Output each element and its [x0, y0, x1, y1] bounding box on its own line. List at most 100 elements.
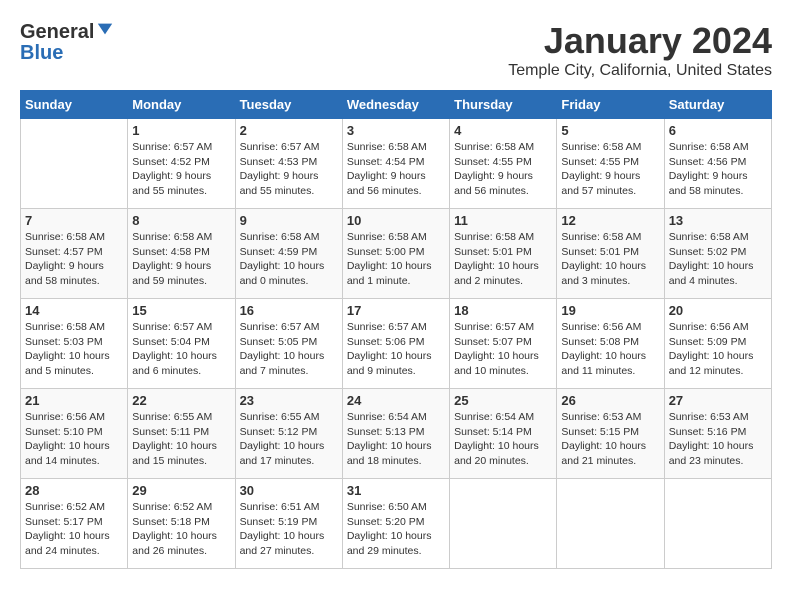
day-info: Sunrise: 6:57 AMSunset: 4:52 PMDaylight:… [132, 140, 230, 199]
list-item: 4 Sunrise: 6:58 AMSunset: 4:55 PMDaylight… [450, 119, 557, 209]
daylight-text: Daylight: 10 hours and 1 minute. [347, 260, 432, 287]
header-friday: Friday [557, 91, 664, 119]
day-info: Sunrise: 6:57 AMSunset: 5:05 PMDaylight:… [240, 320, 338, 379]
header-tuesday: Tuesday [235, 91, 342, 119]
sunset-text: Sunset: 5:05 PM [240, 336, 318, 348]
day-number: 10 [347, 213, 445, 228]
day-info: Sunrise: 6:53 AMSunset: 5:16 PMDaylight:… [669, 410, 767, 469]
day-number: 20 [669, 303, 767, 318]
day-info: Sunrise: 6:50 AM Sunset: 5:20 PM Daylight:… [347, 500, 445, 559]
list-item: 13Sunrise: 6:58 AMSunset: 5:02 PMDayligh… [664, 209, 771, 299]
daylight-text: Daylight: 9 hours and 55 minutes. [240, 170, 319, 197]
sunrise-text: Sunrise: 6:55 AM [240, 411, 320, 423]
sunrise-text: Sunrise: 6:52 AM [25, 501, 105, 513]
day-info: Sunrise: 6:58 AMSunset: 4:56 PMDaylight:… [669, 140, 767, 199]
sunrise-text: Sunrise: 6:58 AM [561, 231, 641, 243]
sunrise-text: Sunrise: 6:57 AM [132, 321, 212, 333]
sunset-text: Sunset: 4:54 PM [347, 156, 425, 168]
daylight-text: Daylight: 10 hours and 29 minutes. [347, 530, 432, 557]
sunset-text: Sunset: 5:13 PM [347, 426, 425, 438]
day-number: 24 [347, 393, 445, 408]
daylight-text: Daylight: 10 hours and 11 minutes. [561, 350, 646, 377]
daylight-text: Daylight: 10 hours and 0 minutes. [240, 260, 325, 287]
day-number: 28 [25, 483, 123, 498]
sunset-text: Sunset: 4:59 PM [240, 246, 318, 258]
day-number: 1 [132, 123, 230, 138]
list-item: 11 Sunrise: 6:58 AMSunset: 5:01 PMDayligh… [450, 209, 557, 299]
daylight-text: Daylight: 10 hours and 18 minutes. [347, 440, 432, 467]
day-number: 16 [240, 303, 338, 318]
day-info: Sunrise: 6:55 AMSunset: 5:12 PMDaylight:… [240, 410, 338, 469]
list-item: 10Sunrise: 6:58 AMSunset: 5:00 PMDayligh… [342, 209, 449, 299]
daylight-text: Daylight: 9 hours and 58 minutes. [25, 260, 104, 287]
list-item: 16 Sunrise: 6:57 AMSunset: 5:05 PMDayligh… [235, 299, 342, 389]
list-item: 22Sunrise: 6:55 AMSunset: 5:11 PMDayligh… [128, 389, 235, 479]
daylight-text: Daylight: 10 hours and 14 minutes. [25, 440, 110, 467]
day-number: 27 [669, 393, 767, 408]
day-info: Sunrise: 6:52 AMSunset: 5:17 PMDaylight:… [25, 500, 123, 559]
list-item: 23Sunrise: 6:55 AMSunset: 5:12 PMDayligh… [235, 389, 342, 479]
day-number: 8 [132, 213, 230, 228]
day-info: Sunrise: 6:58 AMSunset: 4:55 PMDaylight:… [561, 140, 659, 199]
sunrise-text: Sunrise: 6:51 AM [240, 501, 320, 513]
sunset-text: Sunset: 5:07 PM [454, 336, 532, 348]
sunset-text: Sunset: 4:55 PM [561, 156, 639, 168]
title-area: January 2024 Temple City, California, Un… [508, 20, 772, 80]
list-item: 27 Sunrise: 6:53 AMSunset: 5:16 PMDayligh… [664, 389, 771, 479]
sunrise-text: Sunrise: 6:55 AM [132, 411, 212, 423]
daylight-text: Daylight: 10 hours and 27 minutes. [240, 530, 325, 557]
calendar-subtitle: Temple City, California, United States [508, 62, 772, 80]
logo-blue-text: Blue [20, 43, 114, 63]
list-item: 31Sunrise: 6:50 AMSunset: 5:20 PMDayligh… [342, 479, 449, 569]
sunset-text: Sunset: 5:16 PM [669, 426, 747, 438]
day-number: 4 [454, 123, 552, 138]
logo-general-text: General [20, 22, 94, 42]
daylight-text: Daylight: 10 hours and 5 minutes. [25, 350, 110, 377]
table-row: 21Sunrise: 6:56 AMSunset: 5:10 PMDayligh… [21, 389, 772, 479]
calendar-header-row: Sunday Monday Tuesday Wednesday Thursday… [21, 91, 772, 119]
sunset-text: Sunset: 5:04 PM [132, 336, 210, 348]
day-info: Sunrise: 6:54 AMSunset: 5:14 PMDaylight:… [454, 410, 552, 469]
list-item: 30Sunrise: 6:51 AMSunset: 5:19 PMDayligh… [235, 479, 342, 569]
sunrise-text: Sunrise: 6:56 AM [669, 321, 749, 333]
day-info: Sunrise: 6:58 AMSunset: 4:55 PMDaylight:… [454, 140, 552, 199]
list-item: 9Sunrise: 6:58 AMSunset: 4:59 PMDaylight… [235, 209, 342, 299]
sunrise-text: Sunrise: 6:52 AM [132, 501, 212, 513]
daylight-text: Daylight: 9 hours and 58 minutes. [669, 170, 748, 197]
day-info: Sunrise: 6:56 AMSunset: 5:10 PMDaylight:… [25, 410, 123, 469]
sunset-text: Sunset: 4:58 PM [132, 246, 210, 258]
sunrise-text: Sunrise: 6:50 AM [347, 501, 427, 513]
day-number: 14 [25, 303, 123, 318]
day-number: 11 [454, 213, 552, 228]
day-info: Sunrise: 6:58 AMSunset: 5:01 PMDaylight:… [454, 230, 552, 289]
sunset-text: Sunset: 5:20 PM [347, 516, 425, 528]
header-wednesday: Wednesday [342, 91, 449, 119]
day-number: 17 [347, 303, 445, 318]
list-item [450, 479, 557, 569]
list-item: 20Sunrise: 6:56 AMSunset: 5:09 PMDayligh… [664, 299, 771, 389]
day-number: 22 [132, 393, 230, 408]
sunrise-text: Sunrise: 6:58 AM [347, 231, 427, 243]
list-item: 2Sunrise: 6:57 AMSunset: 4:53 PMDaylight… [235, 119, 342, 209]
list-item: 1 Sunrise: 6:57 AMSunset: 4:52 PMDaylight… [128, 119, 235, 209]
day-info: Sunrise: 6:53 AMSunset: 5:15 PMDaylight:… [561, 410, 659, 469]
sunrise-text: Sunrise: 6:54 AM [347, 411, 427, 423]
list-item: 28 Sunrise: 6:52 AMSunset: 5:17 PMDayligh… [21, 479, 128, 569]
daylight-text: Daylight: 10 hours and 3 minutes. [561, 260, 646, 287]
sunset-text: Sunset: 4:52 PM [132, 156, 210, 168]
daylight-text: Daylight: 10 hours and 21 minutes. [561, 440, 646, 467]
day-number: 13 [669, 213, 767, 228]
list-item: 17Sunrise: 6:57 AMSunset: 5:06 PMDayligh… [342, 299, 449, 389]
list-item: 3Sunrise: 6:58 AMSunset: 4:54 PMDaylight… [342, 119, 449, 209]
day-info: Sunrise: 6:58 AMSunset: 5:03 PMDaylight:… [25, 320, 123, 379]
day-info: Sunrise: 6:56 AMSunset: 5:09 PMDaylight:… [669, 320, 767, 379]
day-info: Sunrise: 6:58 AMSunset: 4:58 PMDaylight:… [132, 230, 230, 289]
sunset-text: Sunset: 5:10 PM [25, 426, 103, 438]
table-row: 14 Sunrise: 6:58 AMSunset: 5:03 PMDayligh… [21, 299, 772, 389]
day-number: 5 [561, 123, 659, 138]
sunset-text: Sunset: 5:09 PM [669, 336, 747, 348]
list-item: 24 Sunrise: 6:54 AM Sunset: 5:13 PM Dayligh… [342, 389, 449, 479]
day-number: 15 [132, 303, 230, 318]
calendar-title: January 2024 [508, 20, 772, 62]
day-number: 7 [25, 213, 123, 228]
